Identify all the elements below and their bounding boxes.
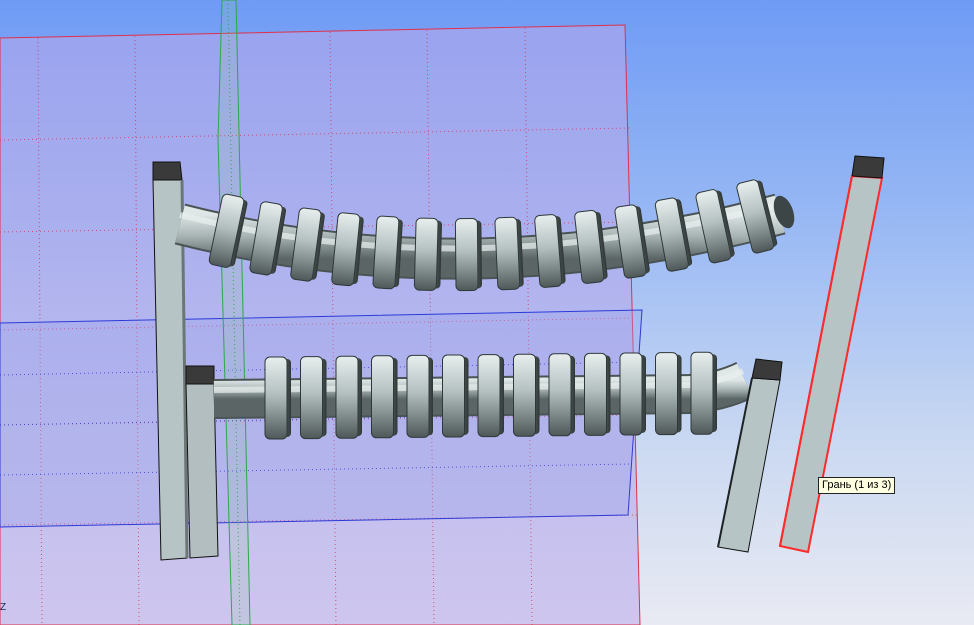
upper-ring-7	[454, 218, 482, 292]
lower-ring-8	[513, 353, 540, 437]
lower-ring-7	[477, 354, 504, 438]
lower-ring-5	[406, 354, 433, 438]
upper-ring-5	[372, 215, 403, 290]
lower-ring-2	[300, 356, 327, 440]
front-mounting-plate[interactable]	[185, 365, 219, 559]
lower-ring-4	[371, 355, 398, 439]
3d-viewport[interactable]: Грань (1 из 3) Z	[0, 0, 974, 625]
axis-z-label: Z	[0, 602, 7, 613]
lower-ring-13	[690, 351, 717, 435]
selection-tooltip: Грань (1 из 3)	[818, 477, 896, 494]
lower-ring-3	[335, 355, 362, 439]
lower-ring-10	[584, 352, 611, 436]
lower-ring-6	[442, 354, 469, 438]
lower-ring-12	[655, 352, 682, 436]
lower-ring-9	[548, 353, 575, 437]
lower-ring-1	[264, 356, 291, 440]
upper-ring-8	[494, 216, 524, 291]
scene-canvas[interactable]	[0, 0, 974, 625]
lower-ring-11	[619, 352, 646, 436]
upper-ring-6	[413, 217, 442, 291]
